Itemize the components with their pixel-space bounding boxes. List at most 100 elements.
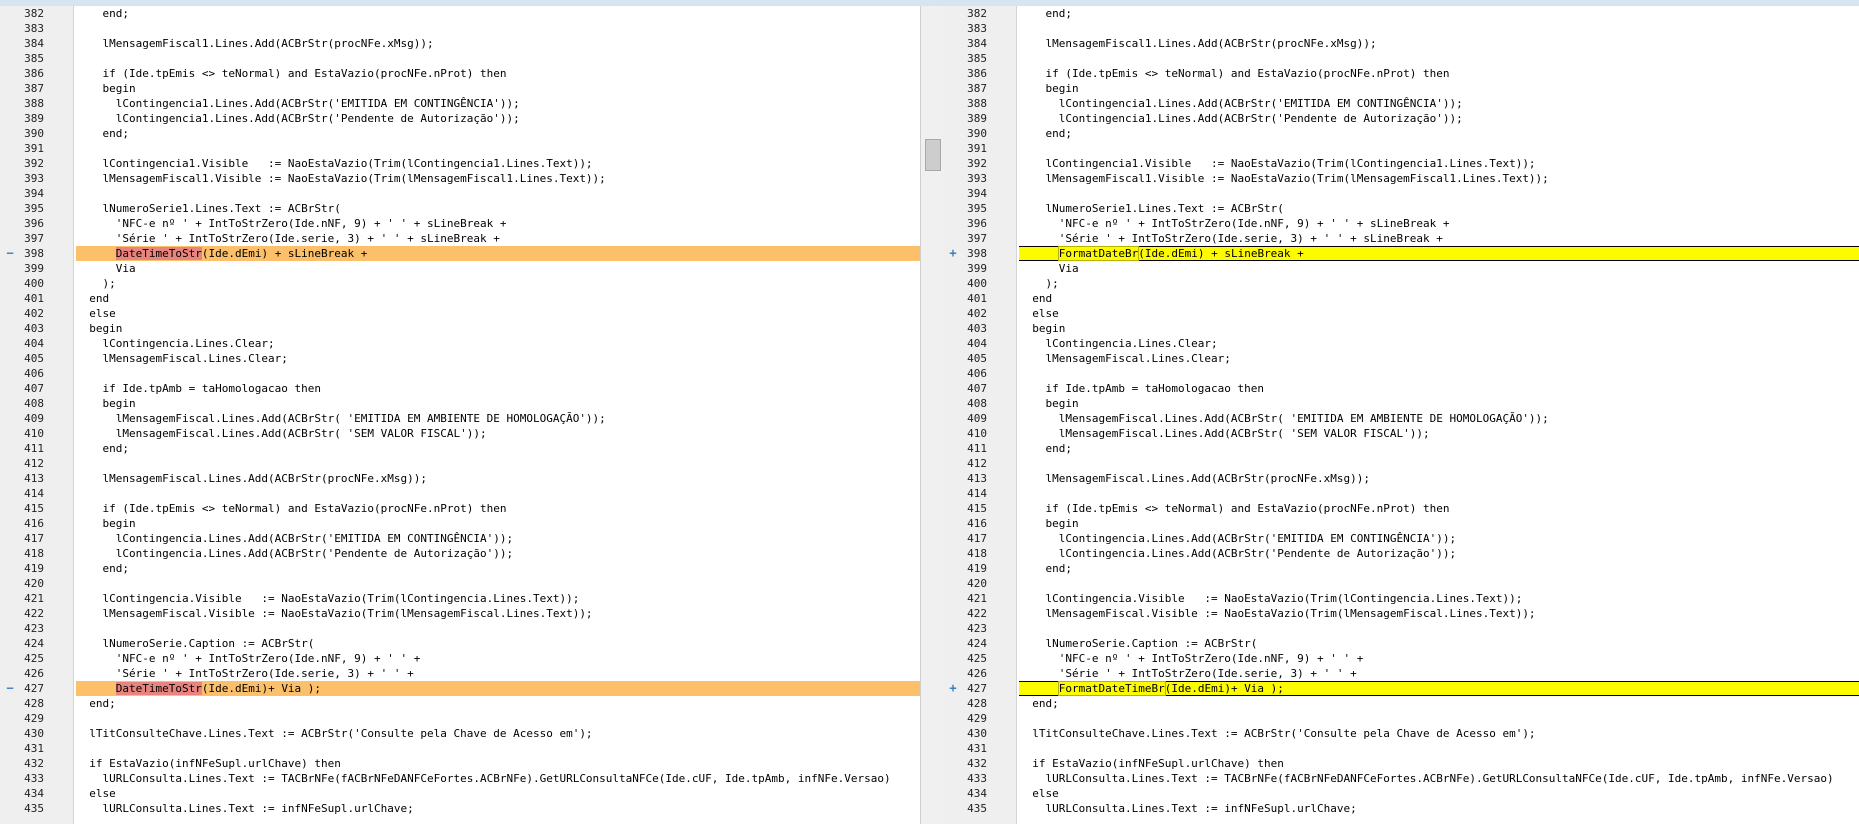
line-number: 417: [24, 532, 44, 545]
code-line: 411 end;: [943, 441, 1859, 456]
scrollbar-thumb[interactable]: [925, 139, 941, 171]
code-text: if (Ide.tpEmis <> teNormal) and EstaVazi…: [76, 502, 507, 515]
line-number: 390: [24, 127, 44, 140]
code-line: 432 if EstaVazio(infNFeSupl.urlChave) th…: [0, 756, 920, 771]
code-line: 383: [943, 21, 1859, 36]
code-line: 403 begin: [0, 321, 920, 336]
line-number: 430: [24, 727, 44, 740]
code-text: lContingencia.Visible := NaoEstaVazio(Tr…: [1019, 592, 1523, 605]
line-number: 405: [967, 352, 987, 365]
code-line: 385: [0, 51, 920, 66]
code-rest: (Ide.dEmi)+ Via );: [201, 682, 322, 695]
code-line: 422 lMensagemFiscal.Visible := NaoEstaVa…: [0, 606, 920, 621]
code-line: 387 begin: [943, 81, 1859, 96]
code-line: 421 lContingencia.Visible := NaoEstaVazi…: [0, 591, 920, 606]
code-line: 414: [0, 486, 920, 501]
code-line: 416 begin: [943, 516, 1859, 531]
code-line: 418 lContingencia.Lines.Add(ACBrStr('Pen…: [943, 546, 1859, 561]
line-number: 410: [24, 427, 44, 440]
code-line: 409 lMensagemFiscal.Lines.Add(ACBrStr( '…: [0, 411, 920, 426]
code-line: 426 'Série ' + IntToStrZero(Ide.serie, 3…: [943, 666, 1859, 681]
code-text: lContingencia.Lines.Add(ACBrStr('EMITIDA…: [76, 532, 514, 545]
code-text: 'NFC-e nº ' + IntToStrZero(Ide.nNF, 9) +…: [1019, 217, 1450, 230]
code-text: end;: [76, 562, 129, 575]
line-number: 402: [967, 307, 987, 320]
line-number: 413: [967, 472, 987, 485]
line-number: 423: [24, 622, 44, 635]
code-text: Via: [76, 262, 136, 275]
code-line: 418 lContingencia.Lines.Add(ACBrStr('Pen…: [0, 546, 920, 561]
line-number: 402: [24, 307, 44, 320]
line-number: 384: [967, 37, 987, 50]
code-text: begin: [76, 397, 136, 410]
code-text: lMensagemFiscal1.Lines.Add(ACBrStr(procN…: [1019, 37, 1377, 50]
code-line: 406: [0, 366, 920, 381]
code-line: 409 lMensagemFiscal.Lines.Add(ACBrStr( '…: [943, 411, 1859, 426]
line-number: 413: [24, 472, 44, 485]
line-number: 426: [24, 667, 44, 680]
line-number: 408: [967, 397, 987, 410]
code-line: 419 end;: [0, 561, 920, 576]
code-line: 396 'NFC-e nº ' + IntToStrZero(Ide.nNF, …: [943, 216, 1859, 231]
code-line: 397 'Série ' + IntToStrZero(Ide.serie, 3…: [0, 231, 920, 246]
code-text: if (Ide.tpEmis <> teNormal) and EstaVazi…: [1019, 502, 1450, 515]
code-line: 423: [0, 621, 920, 636]
removed-token: DateTimeToStr: [115, 247, 202, 260]
code-line: 393 lMensagemFiscal1.Visible := NaoEstaV…: [943, 171, 1859, 186]
code-line: 389 lContingencia1.Lines.Add(ACBrStr('Pe…: [943, 111, 1859, 126]
code-text: lMensagemFiscal1.Visible := NaoEstaVazio…: [76, 172, 606, 185]
code-line: 402 else: [0, 306, 920, 321]
code-line: 385: [943, 51, 1859, 66]
added-token: FormatDateBr: [1057, 246, 1140, 261]
left-diff-pane[interactable]: 382 end; 383 384 lMensagemFiscal1.Lines.Ad…: [0, 6, 920, 824]
line-number: 386: [967, 67, 987, 80]
code-line: 396 'NFC-e nº ' + IntToStrZero(Ide.nNF, …: [0, 216, 920, 231]
line-number: 405: [24, 352, 44, 365]
code-line: 420: [0, 576, 920, 591]
line-number: 399: [24, 262, 44, 275]
code-text: begin: [1019, 322, 1066, 335]
code-text: else: [1019, 787, 1059, 800]
line-number: 428: [24, 697, 44, 710]
code-line: 431: [943, 741, 1859, 756]
code-line: 411 end;: [0, 441, 920, 456]
code-text: lMensagemFiscal.Lines.Add(ACBrStr( 'EMIT…: [1019, 412, 1549, 425]
removed-line: −427 DateTimeToStr(Ide.dEmi)+ Via );: [0, 681, 920, 696]
line-number: 395: [967, 202, 987, 215]
line-number: 386: [24, 67, 44, 80]
code-line: 400 );: [0, 276, 920, 291]
line-number: 425: [24, 652, 44, 665]
code-line: 399 Via: [0, 261, 920, 276]
code-line: 405 lMensagemFiscal.Lines.Clear;: [943, 351, 1859, 366]
line-number: 425: [967, 652, 987, 665]
code-line: 386 if (Ide.tpEmis <> teNormal) and Esta…: [943, 66, 1859, 81]
line-number: 415: [24, 502, 44, 515]
code-text: lContingencia1.Lines.Add(ACBrStr('EMITID…: [76, 97, 520, 110]
line-number: 403: [24, 322, 44, 335]
line-number: 389: [967, 112, 987, 125]
code-text: 'NFC-e nº ' + IntToStrZero(Ide.nNF, 9) +…: [1019, 652, 1364, 665]
code-text: lContingencia1.Visible := NaoEstaVazio(T…: [76, 157, 593, 170]
code-line: 407 if Ide.tpAmb = taHomologacao then: [943, 381, 1859, 396]
code-text: end;: [76, 697, 116, 710]
line-number: 392: [967, 157, 987, 170]
line-number: 418: [967, 547, 987, 560]
vertical-scrollbar[interactable]: [920, 6, 945, 824]
code-line: 408 begin: [943, 396, 1859, 411]
line-number: 385: [24, 52, 44, 65]
code-text: lMensagemFiscal.Lines.Add(ACBrStr( 'EMIT…: [76, 412, 606, 425]
line-number: 407: [24, 382, 44, 395]
code-line: 412: [0, 456, 920, 471]
right-diff-pane[interactable]: 382 end; 383 384 lMensagemFiscal1.Lines.Ad…: [943, 6, 1859, 824]
line-number: 427: [24, 682, 44, 695]
code-text: 'Série ' + IntToStrZero(Ide.serie, 3) + …: [1019, 667, 1357, 680]
code-line: 413 lMensagemFiscal.Lines.Add(ACBrStr(pr…: [0, 471, 920, 486]
line-number: 426: [967, 667, 987, 680]
line-number: 394: [967, 187, 987, 200]
code-line: 395 lNumeroSerie1.Lines.Text := ACBrStr(: [943, 201, 1859, 216]
code-text: end: [1019, 292, 1053, 305]
code-line: 410 lMensagemFiscal.Lines.Add(ACBrStr( '…: [0, 426, 920, 441]
code-text: lTitConsulteChave.Lines.Text := ACBrStr(…: [76, 727, 593, 740]
